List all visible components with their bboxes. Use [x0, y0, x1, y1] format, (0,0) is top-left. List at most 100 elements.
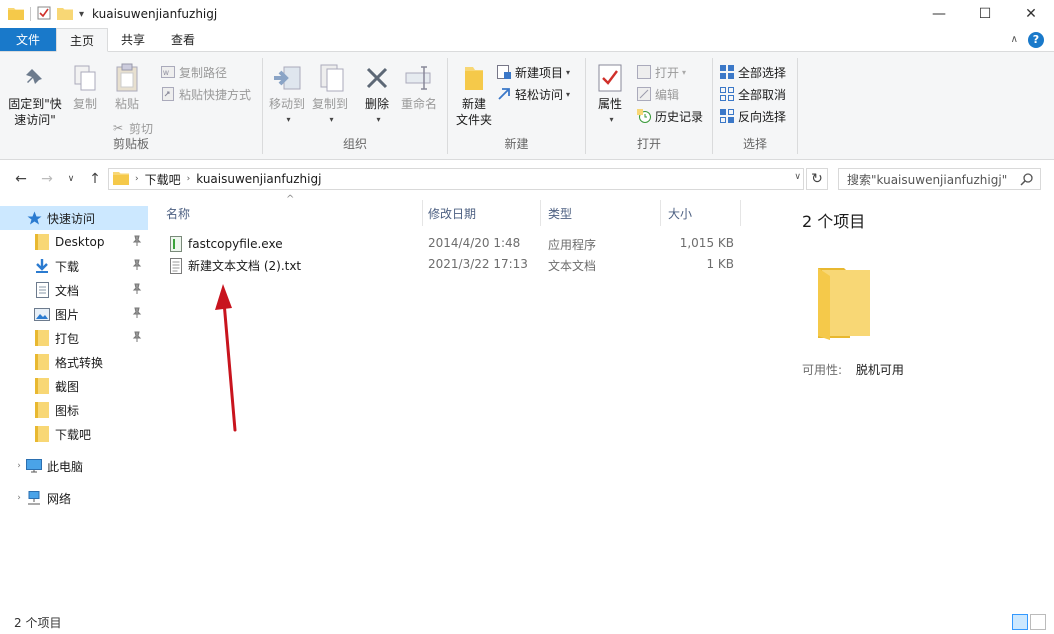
history-button[interactable]: 历史记录 [636, 106, 703, 126]
nav-item-screenshots[interactable]: 截图 [0, 374, 148, 398]
chevron-up-icon[interactable]: ∧ [1011, 34, 1018, 45]
nav-item-network[interactable]: 网络 [0, 486, 148, 510]
new-item-button[interactable]: 新建项目 ▾ [496, 62, 570, 82]
new-item-icon [496, 64, 512, 80]
annotation-arrow-icon [215, 284, 237, 432]
pin-icon[interactable] [132, 331, 142, 346]
pin-icon[interactable] [132, 307, 142, 322]
close-button[interactable]: ✕ [1008, 0, 1054, 28]
group-label-select: 选择 [742, 137, 767, 151]
move-to-button[interactable]: 移动到 ▾ [267, 62, 307, 128]
address-bar[interactable]: › 下载吧 › kuaisuwenjianfuzhigj ∨ [108, 168, 804, 190]
paste-shortcut-button[interactable]: 粘贴快捷方式 [160, 84, 251, 104]
help-icon[interactable]: ? [1028, 31, 1044, 48]
group-label-organize: 组织 [342, 137, 367, 151]
up-arrow-icon[interactable]: ↑ [84, 168, 106, 190]
recent-locations-chevron-icon[interactable]: ∨ [60, 168, 82, 190]
nav-item-pack[interactable]: 打包 [0, 326, 148, 350]
folder-icon [8, 6, 24, 23]
window-title: kuaisuwenjianfuzhigj [92, 7, 218, 21]
star-icon [26, 210, 42, 226]
breadcrumb-item[interactable]: 下载吧 [145, 171, 181, 188]
maximize-button[interactable]: ☐ [962, 0, 1008, 28]
search-input[interactable]: 搜索"kuaisuwenjianfuzhigj" [838, 168, 1041, 190]
table-row[interactable]: fastcopyfile.exe 2014/4/20 1:48 应用程序 1,0… [158, 232, 748, 254]
computer-icon [26, 458, 42, 474]
address-dropdown-icon[interactable]: ∨ [794, 172, 801, 182]
quick-access-toolbar: ▾ [0, 0, 84, 28]
delete-button[interactable]: 删除 ▾ [361, 62, 393, 128]
details-pane: 2 个项目 可用性: 脱机可用 [786, 196, 1054, 610]
back-arrow-icon[interactable]: ← [10, 168, 32, 190]
copy-button[interactable]: 复制 [68, 62, 102, 112]
folder-icon [34, 330, 50, 346]
folder-icon [34, 354, 50, 370]
select-none-button[interactable]: 全部取消 [719, 84, 786, 104]
paste-button[interactable]: 粘贴 [108, 62, 146, 112]
nav-item-xiazaiba[interactable]: 下载吧 [0, 422, 148, 446]
navigation-pane: › 快速访问 Desktop 下载 文档 图片 打包 格式转换 截图 [0, 200, 148, 610]
open-button[interactable]: 打开 ▾ [636, 62, 686, 82]
qat-customize-icon[interactable]: ▾ [79, 9, 84, 20]
pin-quick-access-button[interactable]: 固定到"快 速访问" [4, 62, 66, 128]
new-folder-icon [458, 62, 490, 94]
item-count: 2 个项目 [802, 212, 866, 231]
details-view-icon[interactable] [1012, 614, 1028, 630]
picture-icon [34, 306, 50, 322]
new-folder-button[interactable]: 新建 文件夹 [452, 62, 496, 128]
nav-item-this-pc[interactable]: 此电脑 [0, 454, 148, 478]
group-open: 属性 ▾ 打开 ▾ 编辑 历史记录 打开 [586, 56, 712, 156]
breadcrumb-separator-icon[interactable]: › [135, 174, 139, 184]
group-label-clipboard: 剪贴板 [112, 137, 149, 151]
nav-item-format-convert[interactable]: 格式转换 [0, 350, 148, 374]
nav-item-desktop[interactable]: Desktop [0, 230, 148, 254]
copy-to-button[interactable]: 复制到 ▾ [309, 62, 351, 128]
edit-icon [636, 86, 652, 102]
tab-home[interactable]: 主页 [56, 28, 109, 52]
properties-button[interactable]: 属性 ▾ [592, 62, 628, 128]
rename-icon [403, 62, 435, 94]
tab-share[interactable]: 共享 [108, 28, 158, 51]
tab-view[interactable]: 查看 [158, 28, 208, 51]
folder-icon [34, 378, 50, 394]
pin-icon[interactable] [132, 259, 142, 274]
easy-access-button[interactable]: 轻松访问 ▾ [496, 84, 570, 104]
tab-file[interactable]: 文件 [0, 28, 57, 51]
column-header-date[interactable]: 修改日期 [420, 196, 540, 230]
pin-icon[interactable] [132, 235, 142, 250]
rename-button[interactable]: 重命名 [399, 62, 439, 112]
nav-item-documents[interactable]: 文档 [0, 278, 148, 302]
refresh-button[interactable]: ↻ [806, 168, 828, 190]
open-icon [636, 64, 652, 80]
document-icon [34, 282, 50, 298]
pin-icon[interactable] [132, 283, 142, 298]
copy-path-button[interactable]: W 复制路径 [160, 62, 227, 82]
new-folder-qat-icon[interactable] [57, 6, 73, 23]
folder-icon [812, 262, 882, 343]
column-header-size[interactable]: 大小 [660, 196, 740, 230]
edit-button[interactable]: 编辑 [636, 84, 679, 104]
column-header-type[interactable]: 类型 [540, 196, 660, 230]
nav-item-icons[interactable]: 图标 [0, 398, 148, 422]
group-label-new: 新建 [504, 137, 529, 151]
forward-arrow-icon[interactable]: → [36, 168, 58, 190]
group-label-open: 打开 [636, 137, 661, 151]
large-icons-view-icon[interactable] [1030, 614, 1046, 630]
delete-x-icon [361, 62, 393, 94]
breadcrumb-separator-icon[interactable]: › [187, 174, 191, 184]
invert-selection-button[interactable]: 反向选择 [719, 106, 786, 126]
select-none-icon [719, 86, 735, 102]
table-row[interactable]: 新建文本文档 (2).txt 2021/3/22 17:13 文本文档 1 KB [158, 253, 748, 275]
column-header-name[interactable]: 名称 [158, 196, 422, 230]
minimize-button[interactable]: — [916, 0, 962, 28]
status-bar: 2 个项目 [0, 610, 1054, 634]
group-new: 新建 文件夹 新建项目 ▾ 轻松访问 ▾ 新建 [448, 56, 585, 156]
nav-item-downloads[interactable]: 下载 [0, 254, 148, 278]
nav-item-quick-access[interactable]: 快速访问 [0, 206, 148, 230]
nav-item-pictures[interactable]: 图片 [0, 302, 148, 326]
select-all-button[interactable]: 全部选择 [719, 62, 786, 82]
group-organize: 移动到 ▾ 复制到 ▾ 删除 ▾ 重命名 组织 [263, 56, 447, 156]
properties-qat-icon[interactable] [37, 6, 51, 23]
download-arrow-icon [34, 258, 50, 274]
breadcrumb-item[interactable]: kuaisuwenjianfuzhigj [196, 172, 321, 186]
